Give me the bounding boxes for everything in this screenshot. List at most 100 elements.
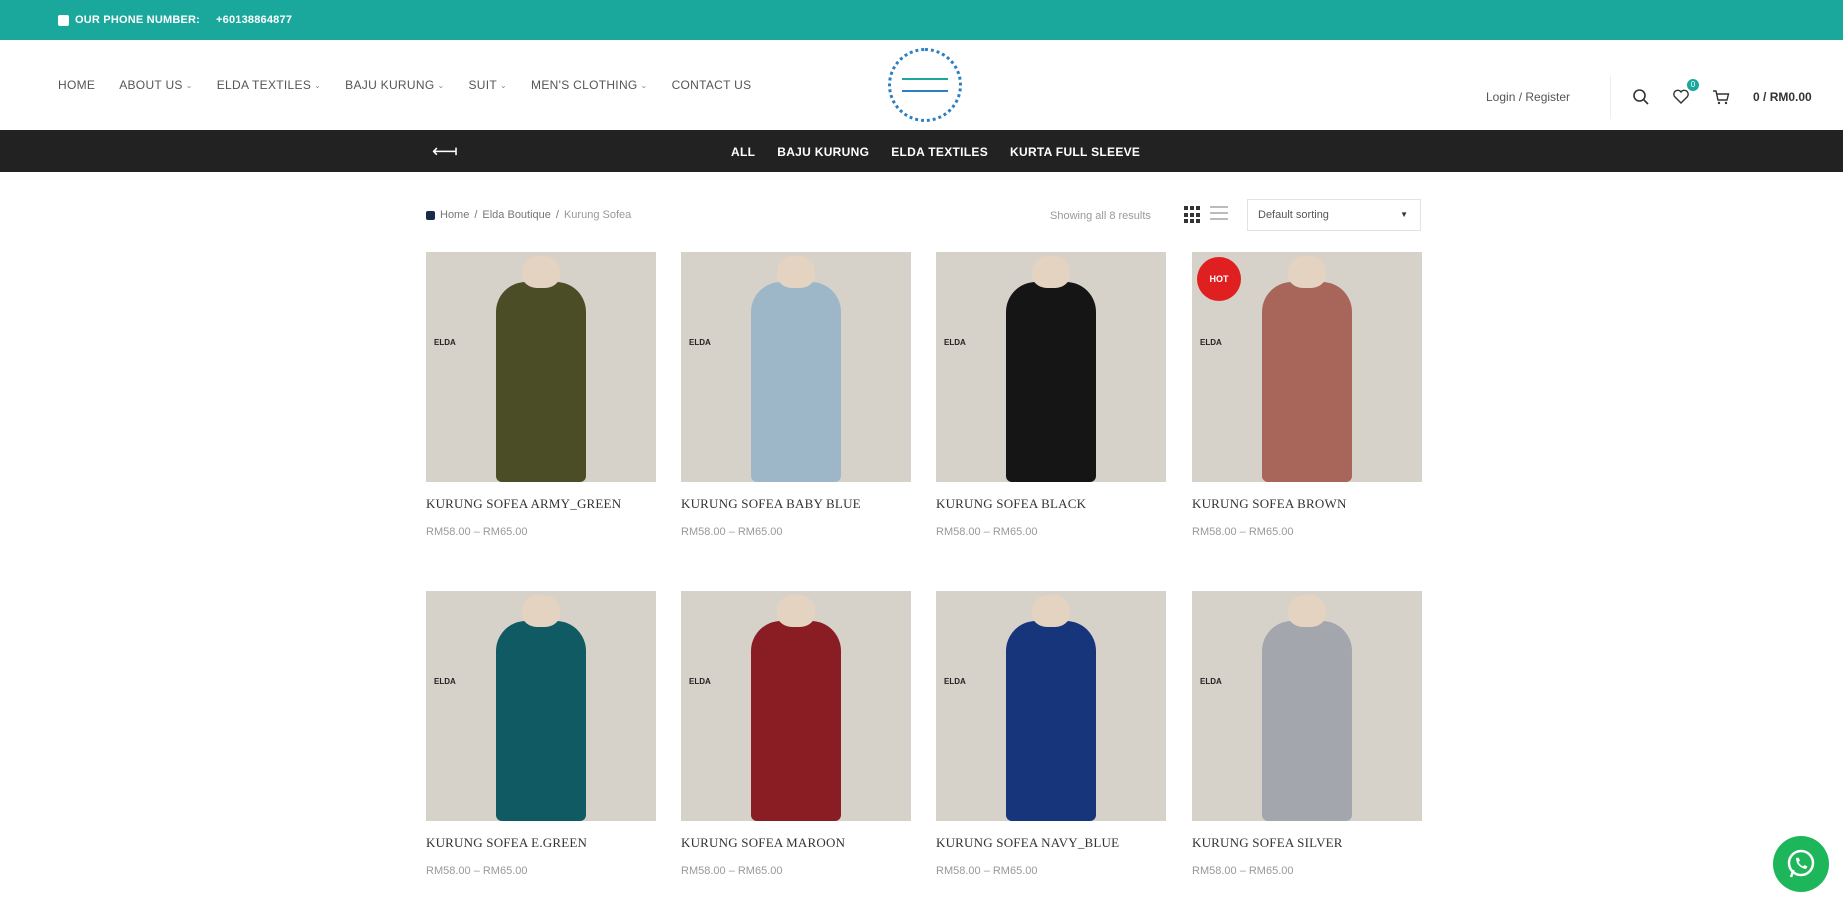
product-brand-mark: ELDA [434,338,456,347]
breadcrumb-separator: / [474,209,478,221]
product-card[interactable]: ELDA KURUNG SOFEA BLACK RM58.00 – RM65.00 [936,252,1166,538]
nav-label: MEN'S CLOTHING [531,78,638,92]
home-icon [426,210,435,220]
phone-label: OUR PHONE NUMBER: [75,14,201,26]
product-image[interactable]: ELDA [681,591,911,821]
product-price: RM58.00 – RM65.00 [1192,526,1294,538]
product-brand-mark: ELDA [1200,338,1222,347]
product-model-body [1006,621,1096,821]
product-brand-mark: ELDA [944,338,966,347]
nav-item-contact-us[interactable]: CONTACT US [672,78,752,92]
product-model-hijab [777,256,815,288]
product-card[interactable]: ELDA KURUNG SOFEA MAROON RM58.00 – RM65.00 [681,591,911,877]
breadcrumb-parent[interactable]: Elda Boutique [482,209,551,221]
nav-item-suit[interactable]: SUIT ⌄ [468,78,507,92]
product-card[interactable]: ELDA KURUNG SOFEA SILVER RM58.00 – RM65.00 [1192,591,1422,877]
results-count: Showing all 8 results [1050,210,1151,222]
login-register-link[interactable]: Login / Register [1486,90,1610,104]
product-image[interactable]: ELDA [936,252,1166,482]
product-model-body [496,621,586,821]
product-model-hijab [1032,256,1070,288]
product-image[interactable]: ELDA [1192,591,1422,821]
product-title[interactable]: KURUNG SOFEA MAROON [681,835,911,851]
top-bar: OUR PHONE NUMBER: +60138864877 [0,0,1843,40]
phone-icon [58,14,69,26]
category-all[interactable]: ALL [731,145,755,159]
nav-label: ABOUT US [119,78,183,92]
hot-badge: HOT [1197,257,1241,301]
product-model-body [751,282,841,482]
list-view-icon[interactable] [1210,206,1228,224]
product-title[interactable]: KURUNG SOFEA NAVY_BLUE [936,835,1166,851]
wishlist-icon[interactable]: 0 [1671,79,1699,107]
chevron-down-icon: ⌄ [500,80,508,90]
phone-info: OUR PHONE NUMBER: +60138864877 [58,14,292,26]
breadcrumb: Home / Elda Boutique / Kurung Sofea [426,209,631,221]
product-image[interactable]: ELDA [681,252,911,482]
product-price: RM58.00 – RM65.00 [936,865,1038,877]
breadcrumb-home[interactable]: Home [440,209,469,221]
header-actions: Login / Register 0 0 / RM0.00 [1486,75,1812,119]
search-icon[interactable] [1631,87,1651,107]
main-nav: HOME ABOUT US ⌄ ELDA TEXTILES ⌄ BAJU KURUN… [58,78,751,92]
product-price: RM58.00 – RM65.00 [426,865,528,877]
nav-label: HOME [58,78,96,92]
product-model-body [1006,282,1096,482]
product-title[interactable]: KURUNG SOFEA BROWN [1192,496,1422,512]
nav-item-mens-clothing[interactable]: MEN'S CLOTHING ⌄ [531,78,648,92]
product-model-hijab [1288,595,1326,627]
product-title[interactable]: KURUNG SOFEA BABY BLUE [681,496,911,512]
nav-item-elda-textiles[interactable]: ELDA TEXTILES ⌄ [217,78,321,92]
sort-select[interactable]: Default sorting ▼ [1247,199,1421,231]
site-header: HOME ABOUT US ⌄ ELDA TEXTILES ⌄ BAJU KURUN… [0,40,1843,130]
phone-number[interactable]: +60138864877 [216,14,292,26]
product-brand-mark: ELDA [434,677,456,686]
nav-item-baju-kurung[interactable]: BAJU KURUNG ⌄ [345,78,444,92]
product-image[interactable]: ELDA [426,252,656,482]
chevron-down-icon: ⌄ [437,80,445,90]
product-price: RM58.00 – RM65.00 [1192,865,1294,877]
product-card[interactable]: ELDA HOT KURUNG SOFEA BROWN RM58.00 – RM65.… [1192,252,1422,538]
cart-total[interactable]: 0 / RM0.00 [1753,90,1812,104]
product-title[interactable]: KURUNG SOFEA BLACK [936,496,1166,512]
grid-view-icon[interactable] [1184,206,1202,224]
chevron-down-icon: ⌄ [314,80,322,90]
product-price: RM58.00 – RM65.00 [681,865,783,877]
whatsapp-chat-button[interactable] [1773,836,1829,892]
product-title[interactable]: KURUNG SOFEA SILVER [1192,835,1422,851]
nav-item-home[interactable]: HOME [58,78,95,92]
product-card[interactable]: ELDA KURUNG SOFEA BABY BLUE RM58.00 – RM65… [681,252,911,538]
nav-label: SUIT [468,78,498,92]
product-brand-mark: ELDA [689,677,711,686]
product-brand-mark: ELDA [1200,677,1222,686]
cart-icon[interactable] [1711,87,1731,107]
product-image[interactable]: ELDA HOT [1192,252,1422,482]
header-divider [1610,75,1611,119]
breadcrumb-current: Kurung Sofea [563,209,632,221]
category-baju-kurung[interactable]: BAJU KURUNG [777,145,869,159]
breadcrumb-separator: / [555,209,559,221]
wishlist-count-badge: 0 [1687,79,1699,91]
product-model-hijab [1032,595,1070,627]
back-arrow-icon[interactable]: ⟻ [432,141,458,162]
category-kurta-full-sleeve[interactable]: KURTA FULL SLEEVE [1010,145,1140,159]
product-price: RM58.00 – RM65.00 [681,526,783,538]
product-price: RM58.00 – RM65.00 [936,526,1038,538]
product-card[interactable]: ELDA KURUNG SOFEA ARMY_GREEN RM58.00 – RM6… [426,252,656,538]
product-model-body [751,621,841,821]
nav-label: BAJU KURUNG [345,78,435,92]
nav-item-about-us[interactable]: ABOUT US ⌄ [119,78,193,92]
nav-label: CONTACT US [671,78,752,92]
product-model-hijab [522,256,560,288]
product-card[interactable]: ELDA KURUNG SOFEA E.GREEN RM58.00 – RM65.0… [426,591,656,877]
product-title[interactable]: KURUNG SOFEA ARMY_GREEN [426,496,656,512]
product-card[interactable]: ELDA KURUNG SOFEA NAVY_BLUE RM58.00 – RM65… [936,591,1166,877]
category-elda-textiles[interactable]: ELDA TEXTILES [891,145,988,159]
product-title[interactable]: KURUNG SOFEA E.GREEN [426,835,656,851]
product-model-body [1262,282,1352,482]
category-links: ALL BAJU KURUNG ELDA TEXTILES KURTA FULL… [731,145,1140,159]
product-model-body [1262,621,1352,821]
site-logo[interactable] [888,48,962,122]
product-image[interactable]: ELDA [936,591,1166,821]
product-image[interactable]: ELDA [426,591,656,821]
